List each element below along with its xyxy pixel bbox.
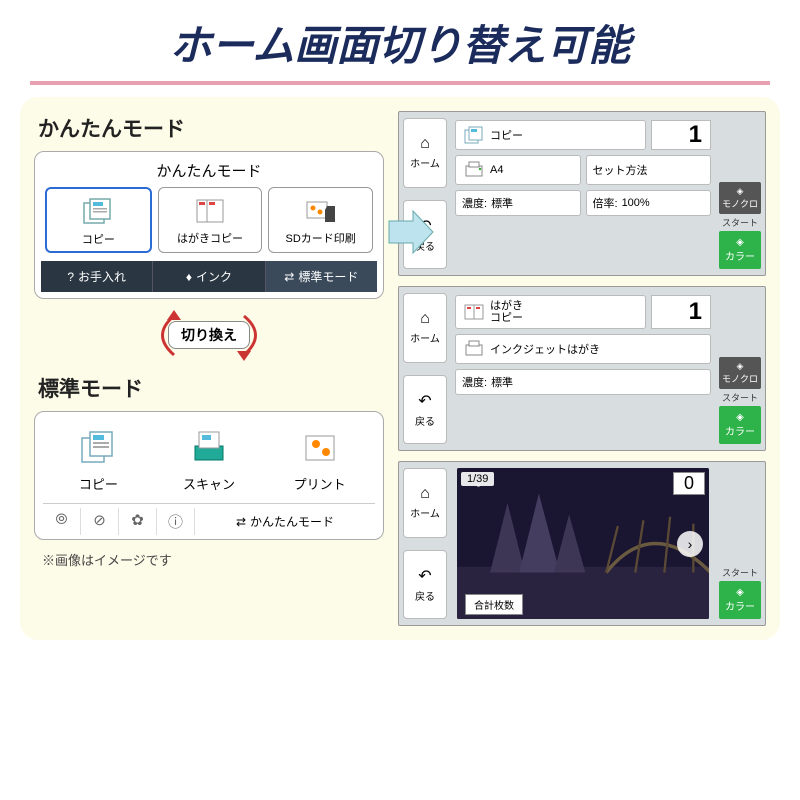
std-tile-copy[interactable]: コピー <box>47 428 150 493</box>
footnote: ※画像はイメージです <box>34 546 384 569</box>
set-method-card[interactable]: セット方法 <box>586 155 712 185</box>
hagaki-screen: ⌂ホーム ↶戻る はがきコピー 1 インクジェットはがき <box>398 286 766 451</box>
back-button[interactable]: ↶戻る <box>403 550 447 620</box>
photo-total-label[interactable]: 合計枚数 <box>465 594 523 615</box>
gear-icon[interactable]: ✿ <box>119 508 157 535</box>
sdcard-icon <box>303 196 339 226</box>
screen-sidebar: ⌂ホーム ↶戻る <box>399 462 451 625</box>
home-icon: ⌂ <box>420 135 430 153</box>
photo-preview[interactable]: 1/39 0 › 合計枚数 <box>457 468 709 619</box>
right-column: ⌂ホーム ↶戻る コピー 1 A4 セット方法 <box>398 111 766 626</box>
swap-badge: 切り換え <box>168 321 250 349</box>
hagaki-title-card[interactable]: はがきコピー <box>455 295 646 329</box>
page-title: ホーム画面切り替え可能 <box>0 0 800 81</box>
simple-mode-label: かんたんモード <box>34 111 384 145</box>
hagaki-count[interactable]: 1 <box>651 295 711 329</box>
mono-button[interactable]: ◈モノクロ <box>719 182 761 214</box>
tab-maintenance[interactable]: ?お手入れ <box>41 261 153 292</box>
paper-card[interactable]: A4 <box>455 155 581 185</box>
hagaki-main: はがきコピー 1 インクジェットはがき 濃度:標準 <box>451 287 715 450</box>
link-icon[interactable]: ⊘ <box>81 508 119 535</box>
copy-icon <box>76 428 120 468</box>
tile-copy[interactable]: コピー <box>45 187 152 253</box>
screen-sidebar: ⌂ホーム ↶戻る <box>399 287 451 450</box>
hagaki-actions: ◈モノクロ スタート ◈カラー <box>715 287 765 450</box>
tile-hagaki[interactable]: はがきコピー <box>158 187 263 253</box>
chevron-right-icon: › <box>688 536 693 552</box>
color-button[interactable]: ◈カラー <box>719 406 761 444</box>
back-icon: ↶ <box>418 566 431 586</box>
tile-sdcard[interactable]: SDカード印刷 <box>268 187 373 253</box>
std-print-label: プリント <box>268 474 371 493</box>
start-label: スタート <box>719 391 761 404</box>
foot-simple-mode[interactable]: ⇄かんたんモード <box>195 508 375 535</box>
home-icon: ⌂ <box>420 310 430 328</box>
simple-tabs: ?お手入れ ♦インク ⇄標準モード <box>41 261 377 292</box>
color-button[interactable]: ◈カラー <box>719 231 761 269</box>
tile-copy-label: コピー <box>49 231 148 247</box>
copy-icon <box>80 197 116 227</box>
copy-screen: ⌂ホーム ↶戻る コピー 1 A4 セット方法 <box>398 111 766 276</box>
photo-pager: 1/39 <box>461 472 494 486</box>
copy-count[interactable]: 1 <box>651 120 711 150</box>
start-label: スタート <box>719 216 761 229</box>
swap-icon: ⇄ <box>284 270 294 284</box>
media-card[interactable]: インクジェットはがき <box>455 334 711 364</box>
next-button[interactable]: › <box>677 531 703 557</box>
color-button[interactable]: ◈カラー <box>719 581 761 619</box>
swap-icon: ⇄ <box>236 515 246 529</box>
tab-standard-mode[interactable]: ⇄標準モード <box>266 261 377 292</box>
tile-sdcard-label: SDカード印刷 <box>271 230 370 246</box>
mono-button[interactable]: ◈モノクロ <box>719 357 761 389</box>
standard-mode-label: 標準モード <box>34 371 384 405</box>
start-label: スタート <box>719 566 761 579</box>
swap-area: 切り換え <box>34 305 384 365</box>
photo-main: 1/39 0 › 合計枚数 <box>451 462 715 625</box>
home-button[interactable]: ⌂ホーム <box>403 118 447 188</box>
info-icon[interactable]: ⓘ <box>157 508 195 535</box>
main-area: かんたんモード かんたんモード コピー はがきコピー <box>20 97 780 640</box>
std-scan-label: スキャン <box>158 474 261 493</box>
copy-main: コピー 1 A4 セット方法 濃度:標準 倍率:100% <box>451 112 715 275</box>
simple-tiles: コピー はがきコピー SDカード印刷 <box>41 187 377 253</box>
std-tile-print[interactable]: プリント <box>268 428 371 493</box>
copy-icon <box>462 125 486 145</box>
printer-icon <box>462 339 486 359</box>
home-button[interactable]: ⌂ホーム <box>403 293 447 363</box>
home-button[interactable]: ⌂ホーム <box>403 468 447 538</box>
hagaki-density-card[interactable]: 濃度:標準 <box>455 369 711 395</box>
tab-ink[interactable]: ♦インク <box>153 261 265 292</box>
printer-icon <box>462 160 486 180</box>
back-icon: ↶ <box>418 391 431 411</box>
question-icon: ? <box>67 270 74 284</box>
back-button[interactable]: ↶戻る <box>403 375 447 445</box>
tile-hagaki-label: はがきコピー <box>161 230 260 246</box>
std-copy-label: コピー <box>47 474 150 493</box>
copy-actions: ◈モノクロ スタート ◈カラー <box>715 112 765 275</box>
simple-panel: かんたんモード コピー はがきコピー <box>34 151 384 299</box>
standard-panel: コピー スキャン プリント ⦾ ⊘ ✿ <box>34 411 384 540</box>
nfc-icon[interactable]: ⦾ <box>43 508 81 535</box>
home-icon: ⌂ <box>420 485 430 503</box>
hagaki-icon <box>462 302 486 322</box>
photo-count[interactable]: 0 <box>673 472 705 495</box>
density-card[interactable]: 濃度:標準 <box>455 190 581 216</box>
standard-tiles: コピー スキャン プリント <box>43 422 375 503</box>
transition-arrow-icon <box>385 207 435 257</box>
ratio-card[interactable]: 倍率:100% <box>586 190 712 216</box>
title-underline <box>30 81 770 85</box>
simple-panel-head: かんたんモード <box>41 158 377 187</box>
copy-title-card[interactable]: コピー <box>455 120 646 150</box>
left-column: かんたんモード かんたんモード コピー はがきコピー <box>34 111 384 626</box>
scan-icon <box>187 428 231 468</box>
hagaki-icon <box>192 196 228 226</box>
standard-footer: ⦾ ⊘ ✿ ⓘ ⇄かんたんモード <box>43 503 375 535</box>
photo-screen: ⌂ホーム ↶戻る 1/39 0 <box>398 461 766 626</box>
photo-actions: スタート ◈カラー <box>715 462 765 625</box>
drop-icon: ♦ <box>186 270 192 284</box>
std-tile-scan[interactable]: スキャン <box>158 428 261 493</box>
print-icon <box>298 428 342 468</box>
